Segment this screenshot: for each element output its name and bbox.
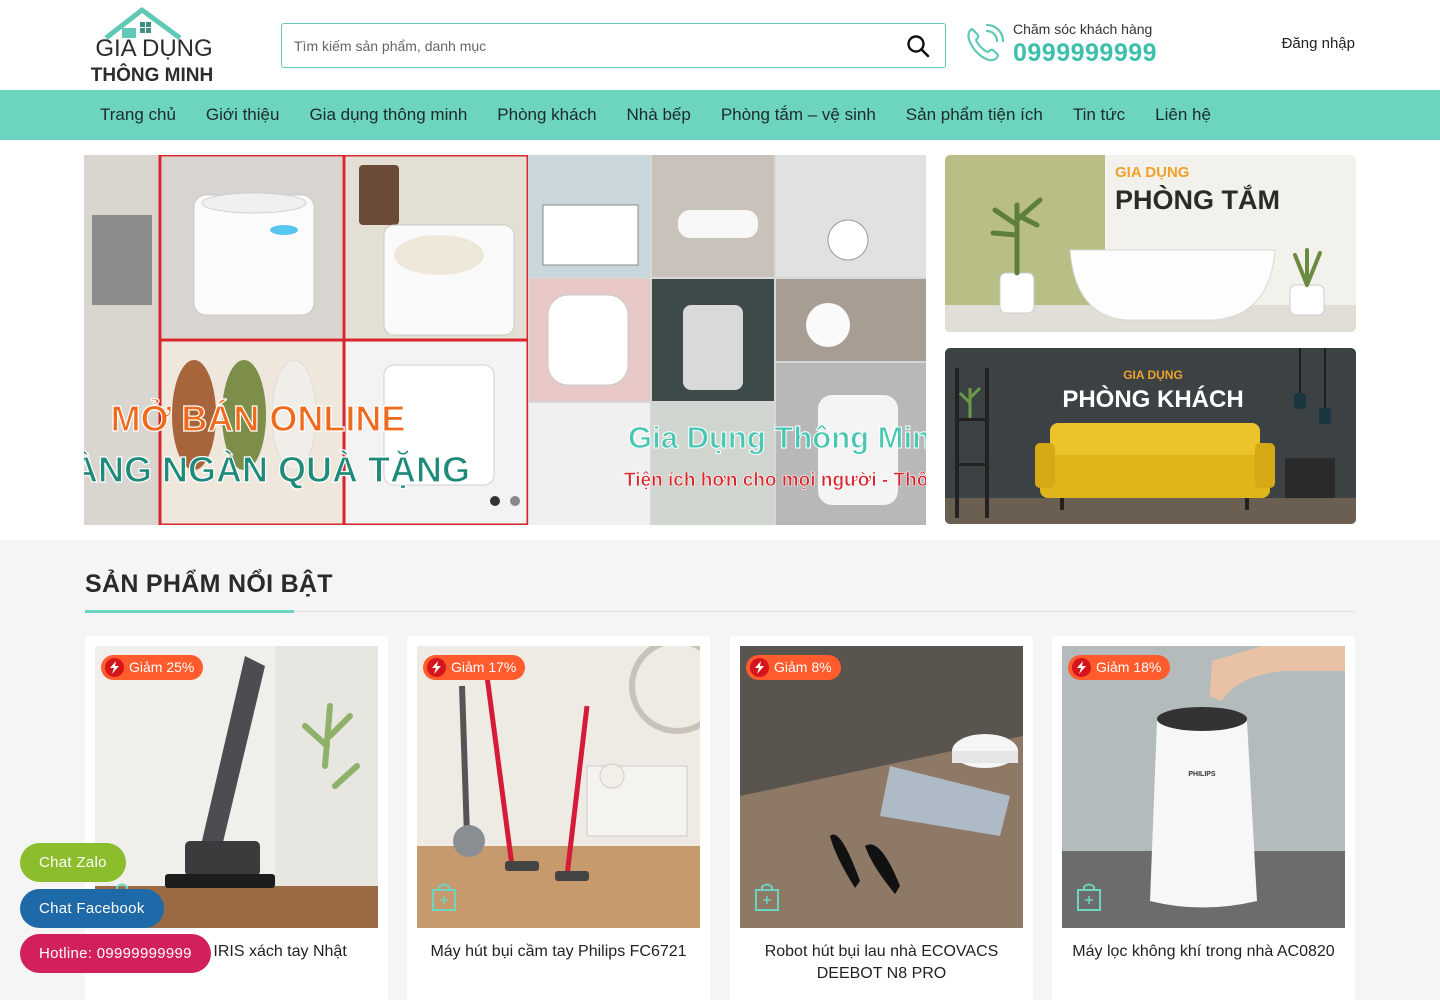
add-to-cart-icon[interactable] [431, 882, 457, 912]
banner-bathroom-image: GIA DỤNG PHÒNG TẮM [945, 155, 1356, 332]
discount-badge-text: Giảm 17% [451, 659, 517, 675]
banner-living-room[interactable]: GIA DỤNG PHÒNG KHÁCH [945, 348, 1356, 524]
slider-dot-1[interactable] [490, 496, 500, 506]
product-image[interactable] [417, 646, 700, 928]
product-card[interactable]: Giảm 8% Robot hút bụi lau nhà ECOVACS DE… [730, 636, 1033, 1000]
section-divider-accent [85, 610, 294, 613]
site-logo[interactable]: GIA DỤNG THÔNG MINH [84, 6, 224, 86]
nav-item-living-room[interactable]: Phòng khách [482, 90, 611, 140]
product-image[interactable] [740, 646, 1023, 928]
slider-dot-2[interactable] [510, 496, 520, 506]
search-box [281, 23, 946, 68]
logo-line2: THÔNG MINH [91, 64, 213, 86]
add-to-cart-icon[interactable] [1076, 882, 1102, 912]
discount-badge: Giảm 18% [1068, 655, 1171, 680]
discount-badge: Giảm 17% [423, 655, 526, 680]
product-name[interactable]: Máy lọc không khí trong nhà AC0820 [1064, 941, 1343, 963]
slide-brand: Gia Dụng Thông Min Tiện ích hơn cho mọi … [528, 155, 926, 525]
login-link[interactable]: Đăng nhập [1282, 35, 1355, 52]
banner-bathroom-kicker: GIA DỤNG [1115, 164, 1189, 181]
discount-badge-text: Giảm 25% [129, 659, 195, 675]
product-name[interactable]: Robot hút bụi lau nhà ECOVACS DEEBOT N8 … [742, 941, 1021, 985]
slide-promo: MỞ BÁN ONLINE HÀNG NGÀN QUÀ TẶNG [84, 155, 528, 525]
flash-icon [750, 658, 769, 677]
banner-bathroom-title: PHÒNG TẮM [1115, 184, 1280, 215]
discount-badge-text: Giảm 18% [1096, 659, 1162, 675]
product-card[interactable]: Giảm 17% Máy hút bụi cầm tay Philips FC6… [407, 636, 710, 1000]
search-icon [907, 34, 930, 57]
flash-icon [105, 658, 124, 677]
nav-item-smart-home[interactable]: Gia dụng thông minh [294, 90, 482, 140]
nav-item-about[interactable]: Giới thiệu [191, 90, 295, 140]
product-name[interactable]: Máy hút bụi cầm tay Philips FC6721 [419, 941, 698, 963]
featured-section: SẢN PHẨM NỔI BẬT Giảm 25% Máy hút bụi IR… [0, 540, 1440, 1000]
discount-badge: Giảm 25% [101, 655, 204, 680]
hotline-block: Chăm sóc khách hàng 0999999999 [963, 16, 1157, 72]
hotline-label: Chăm sóc khách hàng [1013, 20, 1153, 37]
nav-item-news[interactable]: Tin tức [1058, 90, 1140, 140]
nav-item-utility[interactable]: Sản phẩm tiện ích [891, 90, 1058, 140]
main-nav: Trang chủ Giới thiệu Gia dụng thông minh… [0, 90, 1440, 140]
nav-item-bathroom[interactable]: Phòng tắm – vệ sinh [706, 90, 891, 140]
flash-icon [427, 658, 446, 677]
svg-text:PHILIPS: PHILIPS [1188, 771, 1216, 778]
banner-bathroom[interactable]: GIA DỤNG PHÒNG TẮM [945, 155, 1356, 332]
search-button[interactable] [891, 24, 945, 67]
discount-badge-text: Giảm 8% [774, 659, 832, 675]
logo-line1: GIA DỤNG [95, 35, 212, 62]
product-image[interactable] [95, 646, 378, 928]
nav-item-contact[interactable]: Liên hệ [1140, 90, 1226, 140]
hotline-number[interactable]: 0999999999 [1013, 39, 1157, 68]
slide-brand-line2: Tiện ích hơn cho mọi người - Thôn [624, 470, 926, 491]
logo-house-icon: GIA DỤNG THÔNG MINH [91, 7, 213, 86]
chat-zalo-button[interactable]: Chat Zalo [20, 843, 126, 882]
add-to-cart-icon[interactable] [754, 882, 780, 912]
slide-promo-line1: MỞ BÁN ONLINE [111, 397, 406, 439]
product-card[interactable]: PHILIPS Giảm 18% Máy lọc không khí trong… [1052, 636, 1355, 1000]
chat-facebook-button[interactable]: Chat Facebook [20, 889, 164, 928]
search-input[interactable] [282, 24, 891, 67]
section-title: SẢN PHẨM NỔI BẬT [85, 570, 333, 598]
hotline-button[interactable]: Hotline: 09999999999 [20, 934, 211, 973]
nav-item-home[interactable]: Trang chủ [85, 90, 191, 140]
flash-icon [1072, 658, 1091, 677]
banner-living-room-image: GIA DỤNG PHÒNG KHÁCH [945, 348, 1356, 524]
nav-item-kitchen[interactable]: Nhà bếp [612, 90, 706, 140]
phone-icon [967, 23, 1005, 62]
discount-badge: Giảm 8% [746, 655, 841, 680]
banner-living-room-title: PHÒNG KHÁCH [1062, 385, 1243, 413]
banner-area: MỞ BÁN ONLINE HÀNG NGÀN QUÀ TẶNG Gia Dụn… [0, 140, 1440, 540]
slide-brand-line1: Gia Dụng Thông Min [628, 420, 926, 455]
hero-slider[interactable]: MỞ BÁN ONLINE HÀNG NGÀN QUÀ TẶNG Gia Dụn… [84, 155, 926, 525]
slide-promo-line2: HÀNG NGÀN QUÀ TẶNG [84, 449, 470, 490]
header: GIA DỤNG THÔNG MINH Chăm sóc khách hàng … [0, 0, 1440, 90]
banner-living-room-kicker: GIA DỤNG [1123, 368, 1183, 382]
product-image[interactable]: PHILIPS [1062, 646, 1345, 928]
